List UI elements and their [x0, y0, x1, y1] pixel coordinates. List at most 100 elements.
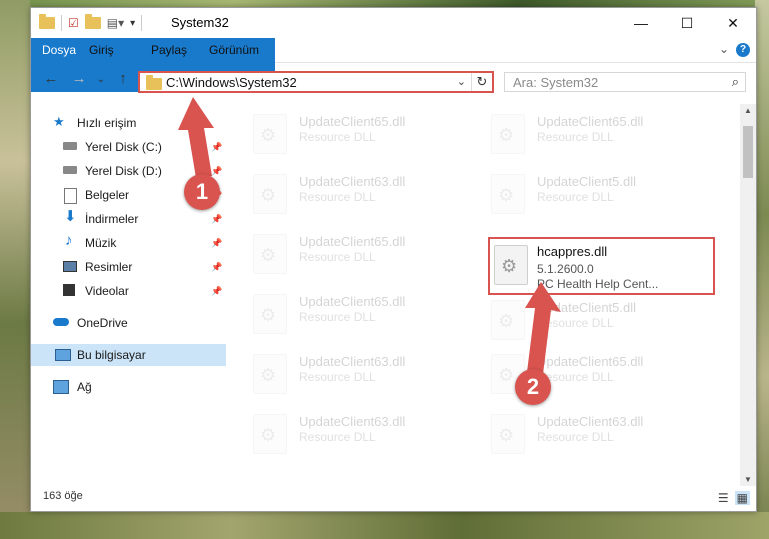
file-type: Resource DLL: [537, 130, 614, 144]
file-type: Resource DLL: [299, 370, 376, 384]
details-view-icon[interactable]: ☰: [718, 491, 729, 505]
dll-file-icon: [494, 245, 528, 285]
step-marker-1: 1: [184, 174, 220, 210]
file-name: UpdateClient65.dll: [299, 234, 406, 249]
file-type: Resource DLL: [537, 190, 614, 204]
tab-share[interactable]: Paylaş: [141, 38, 197, 62]
cloud-icon: [53, 318, 69, 326]
file-item[interactable]: UpdateClient65.dll Resource DLL: [239, 228, 461, 282]
tab-home[interactable]: Giriş: [79, 38, 124, 62]
scroll-up-icon[interactable]: ▲: [740, 106, 756, 115]
file-item-hcappres[interactable]: hcappres.dll 5.1.2600.0 PC Health Help C…: [488, 237, 715, 295]
search-placeholder: Ara: System32: [513, 75, 599, 90]
search-icon: ⌕: [731, 74, 739, 89]
pin-icon: 📌: [211, 213, 223, 224]
download-icon: ⬇: [64, 208, 77, 225]
file-name: UpdateClient63.dll: [537, 414, 644, 429]
computer-icon: [55, 349, 71, 361]
folder-icon: [39, 14, 55, 29]
sidebar-item-downloads[interactable]: ⬇ İndirmeler 📌: [31, 208, 226, 230]
file-item[interactable]: UpdateClient65.dll Resource DLL: [239, 108, 461, 162]
maximize-button[interactable]: ☐: [664, 8, 710, 38]
sidebar-item-label: Yerel Disk (C:): [85, 140, 162, 154]
sidebar-item-quick-access[interactable]: ★ Hızlı erişim: [31, 112, 226, 134]
sidebar-item-label: Yerel Disk (D:): [85, 164, 162, 178]
help-icon[interactable]: ?: [736, 43, 750, 57]
quick-access-toolbar: ☑ ▤▾ ▾: [39, 14, 143, 31]
file-item[interactable]: UpdateClient5.dll Resource DLL: [477, 168, 699, 222]
file-item[interactable]: UpdateClient63.dll Resource DLL: [239, 348, 461, 402]
large-icons-view-icon[interactable]: ▦: [734, 491, 750, 505]
address-bar[interactable]: C:\Windows\System32 ⌄ ↻: [138, 71, 494, 93]
sidebar-item-label: Hızlı erişim: [77, 116, 137, 130]
file-item[interactable]: UpdateClient65.dll Resource DLL: [239, 288, 461, 342]
sidebar-item-label: Müzik: [85, 236, 117, 250]
properties-icon[interactable]: ☑: [68, 16, 79, 30]
file-name: UpdateClient65.dll: [537, 114, 644, 129]
back-arrow-icon[interactable]: ←: [41, 70, 61, 87]
file-item[interactable]: UpdateClient63.dll Resource DLL: [239, 408, 461, 462]
sidebar-item-network[interactable]: Ağ: [31, 376, 226, 398]
file-item[interactable]: UpdateClient5.dll Resource DLL: [477, 294, 699, 348]
file-item[interactable]: UpdateClient63.dll Resource DLL: [477, 408, 699, 462]
minimize-button[interactable]: —: [618, 8, 664, 38]
sidebar-item-this-pc[interactable]: Bu bilgisayar: [31, 344, 226, 366]
file-type: Resource DLL: [299, 250, 376, 264]
scroll-down-icon[interactable]: ▼: [740, 475, 756, 484]
forward-arrow-icon[interactable]: →: [69, 70, 89, 87]
file-name: UpdateClient63.dll: [299, 354, 406, 369]
sidebar-item-local-disk-c[interactable]: Yerel Disk (C:) 📌: [31, 136, 226, 158]
vertical-scrollbar[interactable]: ▲ ▼: [740, 104, 756, 486]
tab-view[interactable]: Görünüm: [199, 38, 269, 62]
sidebar-item-music[interactable]: ♪ Müzik 📌: [31, 232, 226, 254]
file-type: Resource DLL: [299, 130, 376, 144]
dll-file-icon: [253, 174, 287, 214]
address-text: C:\Windows\System32: [166, 75, 297, 90]
title-bar: ☑ ▤▾ ▾ System32 — ☐ ✕: [31, 8, 756, 38]
file-item[interactable]: UpdateClient65.dll Resource DLL: [477, 348, 699, 402]
address-dropdown-icon[interactable]: ⌄: [457, 75, 466, 88]
dll-file-icon: [491, 114, 525, 154]
documents-icon: [64, 188, 77, 204]
sidebar-item-onedrive[interactable]: OneDrive: [31, 312, 226, 334]
file-name: UpdateClient65.dll: [299, 294, 406, 309]
dll-file-icon: [491, 414, 525, 454]
search-input[interactable]: Ara: System32 ⌕: [504, 72, 746, 92]
sidebar-item-label: Videolar: [85, 284, 129, 298]
file-version: 5.1.2600.0: [537, 262, 594, 276]
step-marker-2: 2: [515, 369, 551, 405]
pin-icon: 📌: [211, 165, 223, 176]
desktop-background-left: [0, 0, 30, 539]
pin-icon: 📌: [211, 261, 223, 272]
sidebar-item-videos[interactable]: Videolar 📌: [31, 280, 226, 302]
folder-icon: [146, 75, 162, 90]
videos-icon: [63, 284, 75, 296]
navigation-pane: ★ Hızlı erişim Yerel Disk (C:) 📌 Yerel D…: [31, 104, 226, 484]
desktop-background-right: [755, 0, 769, 539]
file-item[interactable]: UpdateClient65.dll Resource DLL: [477, 108, 699, 162]
pictures-icon: [63, 261, 77, 272]
sidebar-item-pictures[interactable]: Resimler 📌: [31, 256, 226, 278]
new-folder-icon[interactable]: [84, 14, 101, 29]
toolbar-dropdown-icon[interactable]: ▾: [130, 18, 135, 29]
file-type: Resource DLL: [537, 430, 614, 444]
desktop-background-bottom: [0, 512, 769, 539]
file-name: UpdateClient5.dll: [537, 300, 637, 315]
expand-ribbon-icon[interactable]: ⌄: [719, 42, 729, 56]
file-name: UpdateClient65.dll: [299, 114, 406, 129]
customize-icon[interactable]: ▤▾: [107, 16, 124, 30]
up-arrow-icon[interactable]: ↑: [113, 70, 133, 87]
close-button[interactable]: ✕: [710, 8, 756, 38]
file-type: Resource DLL: [299, 310, 376, 324]
refresh-icon[interactable]: ↻: [471, 73, 492, 91]
dll-file-icon: [253, 294, 287, 334]
window-title: System32: [171, 15, 229, 30]
recent-locations-icon[interactable]: ⌄: [91, 74, 111, 85]
file-name: hcappres.dll: [537, 244, 608, 259]
dll-file-icon: [253, 234, 287, 274]
file-type: Resource DLL: [299, 430, 376, 444]
file-item[interactable]: UpdateClient63.dll Resource DLL: [239, 168, 461, 222]
scrollbar-thumb[interactable]: [743, 126, 753, 178]
dll-file-icon: [491, 300, 525, 340]
item-count: 163 öğe: [43, 490, 83, 502]
